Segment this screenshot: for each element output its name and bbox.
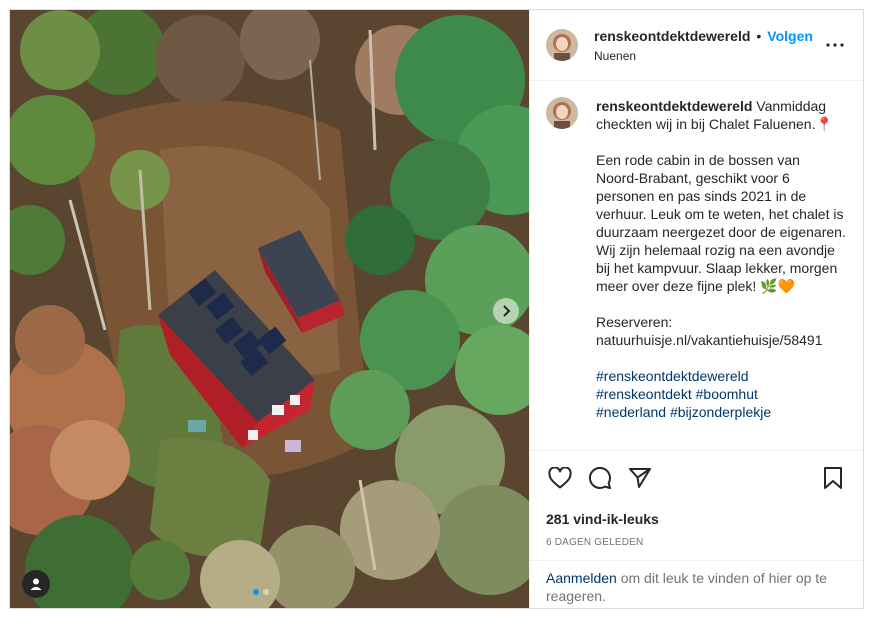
heart-icon — [548, 467, 572, 489]
separator-dot: • — [756, 27, 762, 44]
carousel-dot — [263, 589, 269, 595]
caption-reserve: Reserveren: natuurhuisje.nl/vakantiehuis… — [596, 313, 846, 349]
user-tag-icon — [30, 578, 42, 590]
comment-icon — [588, 466, 611, 489]
avatar[interactable] — [546, 29, 578, 61]
more-options-button[interactable] — [823, 33, 847, 57]
chevron-right-icon — [503, 305, 511, 317]
hashtag[interactable]: #renskeontdektdewereld — [596, 368, 749, 384]
reserve-label: Reserveren: — [596, 314, 673, 330]
share-button[interactable] — [626, 464, 654, 492]
action-icons — [546, 463, 847, 493]
comment-button[interactable] — [586, 464, 614, 492]
post-location[interactable]: Nuenen — [594, 49, 823, 63]
carousel-indicator — [253, 589, 269, 595]
hashtag[interactable]: #bijzonderplekje — [670, 404, 771, 420]
caption-hashtags: #renskeontdektdewereld #renskeontdekt #b… — [596, 367, 846, 421]
instagram-post: renskeontdektdewereld • Volgen Nuenen re… — [9, 9, 864, 609]
caption-intro-paragraph: renskeontdektdewereld Vanmiddag checkten… — [596, 97, 846, 133]
next-image-button[interactable] — [493, 298, 519, 324]
avatar-image — [546, 29, 578, 61]
bookmark-icon — [824, 467, 842, 489]
hashtag[interactable]: #boomhut — [696, 386, 758, 402]
author-username[interactable]: renskeontdektdewereld — [594, 28, 750, 44]
hashtag[interactable]: #renskeontdekt — [596, 386, 692, 402]
post-actions: 281 vind-ik-leuks 6 DAGEN GELEDEN — [530, 450, 863, 560]
post-photo[interactable] — [10, 10, 529, 608]
caption-area: renskeontdektdewereld Vanmiddag checkten… — [530, 81, 863, 450]
reserve-link: natuurhuisje.nl/vakantiehuisje/58491 — [596, 332, 823, 348]
avatar-image — [546, 97, 578, 129]
user-tags-button[interactable] — [22, 570, 50, 598]
caption-text: renskeontdektdewereld Vanmiddag checkten… — [596, 97, 846, 450]
post-side-panel: renskeontdektdewereld • Volgen Nuenen re… — [529, 10, 863, 608]
save-button[interactable] — [819, 464, 847, 492]
hashtag[interactable]: #nederland — [596, 404, 666, 420]
share-icon — [629, 468, 651, 488]
post-header-text: renskeontdektdewereld • Volgen Nuenen — [594, 28, 823, 63]
like-button[interactable] — [546, 464, 574, 492]
likes-count[interactable]: 281 vind-ik-leuks — [546, 511, 847, 527]
follow-button[interactable]: Volgen — [767, 28, 813, 44]
post-timestamp: 6 DAGEN GELEDEN — [546, 537, 644, 548]
caption-avatar[interactable] — [546, 97, 578, 129]
caption-username[interactable]: renskeontdektdewereld — [596, 98, 752, 114]
login-prompt: Aanmelden om dit leuk te vinden of hier … — [530, 560, 863, 608]
login-link[interactable]: Aanmelden — [546, 570, 617, 586]
aerial-forest-cabin-image — [10, 10, 529, 608]
more-options-icon — [826, 43, 844, 47]
caption-body: Een rode cabin in de bossen van Noord-Br… — [596, 152, 846, 294]
header-line: renskeontdektdewereld • Volgen — [594, 28, 823, 44]
post-header: renskeontdektdewereld • Volgen Nuenen — [530, 10, 863, 81]
carousel-dot-active — [253, 589, 259, 595]
